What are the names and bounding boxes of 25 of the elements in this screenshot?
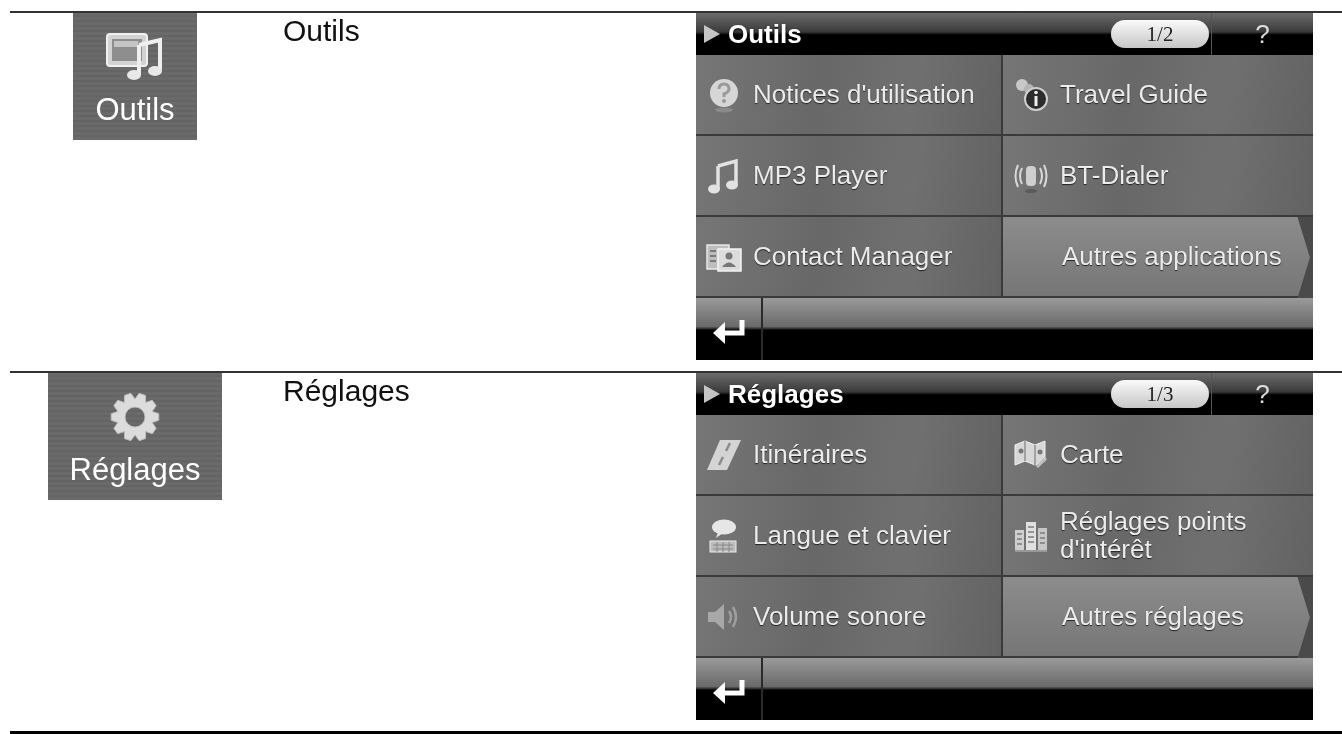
menu-button[interactable]: Travel Guide [1003,55,1313,136]
return-arrow-icon [711,318,746,346]
gear-icon [110,392,160,442]
screen-title: Outils [728,21,802,47]
menu-tile[interactable]: Outils [73,13,197,140]
info-icon [1013,76,1049,113]
menu-button[interactable]: Langue et clavier [696,496,1003,577]
page-indicator: 1/3 [1111,380,1209,408]
menu-button[interactable]: BT-Dialer [1003,136,1313,217]
menu-button[interactable]: Volume sonore [696,577,1003,658]
menu-button[interactable]: MP3 Player [696,136,1003,217]
page-indicator: 1/2 [1111,20,1209,48]
menu-button[interactable]: Carte [1003,415,1313,496]
menu-button[interactable]: Réglages points d'intérêt [1003,496,1313,577]
section-heading: Réglages [283,374,410,407]
menu-button[interactable]: Contact Manager [696,217,1003,298]
menu-tile[interactable]: Réglages [47,373,223,500]
triangle-icon [704,25,720,43]
screen-title: Réglages [728,381,844,407]
menu-button[interactable]: Notices d'utilisation [696,55,1003,136]
menu-button[interactable]: Itinéraires [696,415,1003,496]
section-heading: Outils [283,14,360,47]
picture-note-icon [106,33,164,81]
triangle-icon [704,385,720,403]
return-arrow-icon [711,678,746,706]
